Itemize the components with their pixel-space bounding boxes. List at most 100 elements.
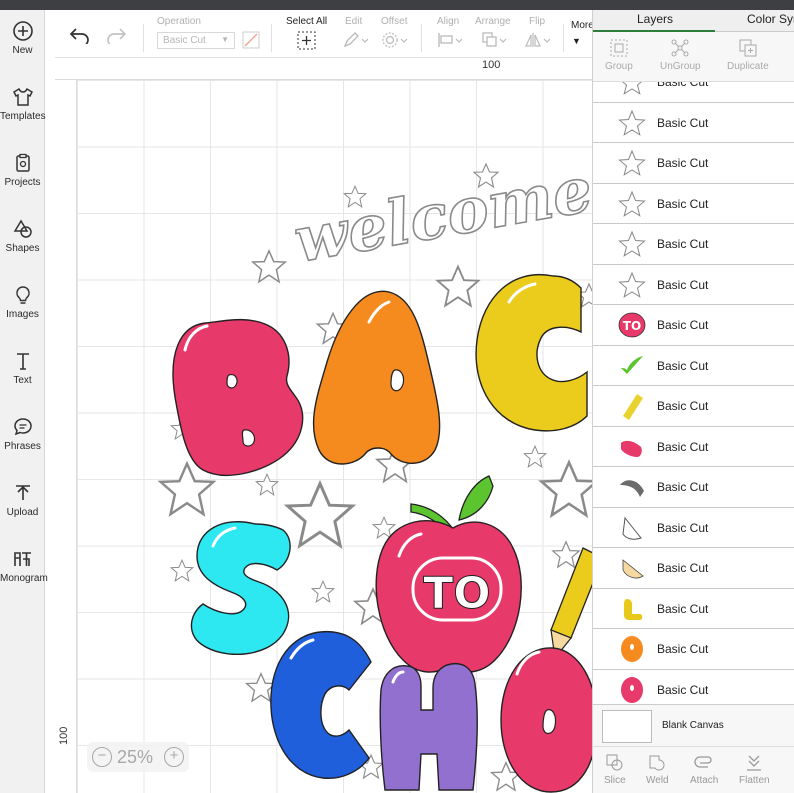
toolbar-divider [421, 24, 422, 52]
layer-name: Basic Cut [657, 115, 709, 130]
layer-row[interactable]: Basic Cut [593, 426, 794, 467]
nav-templates-label: Templates [0, 111, 46, 122]
nav-monogram-label: Monogram [0, 573, 48, 584]
undo-icon[interactable] [69, 26, 91, 44]
layers-list[interactable]: Basic Cut Basic Cut Basic Cut Basic Cut Basi… [593, 82, 794, 704]
offset-icon[interactable] [381, 31, 409, 49]
caret-down-icon[interactable]: ▼ [572, 36, 581, 46]
zoom-out-button[interactable]: − [92, 747, 112, 767]
blank-canvas-swatch[interactable] [602, 710, 652, 743]
letter-b-pink [172, 318, 304, 476]
layer-name: Basic Cut [657, 277, 709, 292]
select-all-icon[interactable] [297, 31, 316, 50]
flip-label: Flip [529, 16, 546, 27]
letter-s-cyan [190, 521, 291, 655]
layer-name: Basic Cut [657, 601, 709, 616]
layer-name: Basic Cut [657, 82, 709, 89]
layer-thumbnail-icon [618, 271, 646, 298]
layer-row[interactable]: Basic Cut [593, 548, 794, 589]
nav-phrases[interactable]: Phrases [0, 416, 45, 476]
nav-text-label: Text [13, 375, 32, 386]
zoom-in-button[interactable]: + [164, 747, 184, 767]
apple-to-text: TO [423, 568, 490, 619]
layer-row[interactable]: Basic Cut [593, 669, 794, 704]
design-canvas[interactable]: 100 100 welcome TO − 25% + [55, 58, 594, 793]
flatten-button[interactable]: Flatten [739, 753, 770, 786]
layer-row[interactable]: Basic Cut [593, 386, 794, 427]
ungroup-button[interactable]: UnGroup [660, 38, 701, 72]
weld-button[interactable]: Weld [646, 753, 669, 786]
duplicate-button[interactable]: Duplicate [727, 38, 769, 72]
group-button[interactable]: Group [605, 38, 633, 72]
operation-select[interactable]: Basic Cut ▼ [157, 32, 235, 49]
panel-tabs: Layers Color Sync [593, 10, 794, 32]
offset-label: Offset [381, 16, 408, 27]
layer-row[interactable]: Basic Cut [593, 264, 794, 305]
layer-name: Basic Cut [657, 318, 709, 332]
nav-templates[interactable]: Templates [0, 86, 46, 146]
nav-text[interactable]: Text [0, 350, 45, 410]
tab-layers[interactable]: Layers [637, 12, 673, 26]
nav-shapes[interactable]: Shapes [0, 218, 45, 278]
nav-new[interactable]: New [0, 20, 45, 80]
layer-row[interactable]: Basic Cut [593, 629, 794, 670]
slice-button[interactable]: Slice [604, 753, 626, 786]
layer-thumbnail-icon [621, 676, 643, 703]
attach-button[interactable]: Attach [690, 753, 718, 786]
duplicate-icon [739, 39, 757, 57]
flip-icon[interactable] [524, 31, 552, 49]
tab-color-sync[interactable]: Color Sync [747, 12, 794, 26]
svg-text:TO: TO [623, 319, 641, 333]
back-to-school-design[interactable]: welcome TO [77, 80, 594, 793]
shapes-icon [13, 219, 32, 238]
nav-images-label: Images [6, 309, 39, 320]
layer-row[interactable]: Basic Cut [593, 82, 794, 103]
layer-row[interactable]: Basic Cut [593, 143, 794, 184]
group-label: Group [605, 61, 633, 72]
layer-name: Basic Cut [657, 561, 709, 575]
layer-name: Basic Cut [657, 196, 709, 211]
layer-thumbnail-icon [622, 516, 642, 540]
zoom-level: 25% [117, 747, 154, 767]
layer-thumbnail-icon [618, 109, 646, 136]
flatten-label: Flatten [739, 775, 770, 786]
operation-label: Operation [157, 16, 201, 27]
text-icon [16, 353, 29, 370]
nav-phrases-label: Phrases [4, 441, 41, 452]
window-top-bar [0, 0, 794, 10]
blank-canvas-row[interactable]: Blank Canvas [593, 704, 794, 746]
letter-c-yellow [475, 274, 588, 432]
layer-thumbnail-icon [622, 559, 644, 579]
arrange-icon[interactable] [481, 31, 509, 49]
layer-thumbnail-icon [618, 149, 646, 176]
layer-row[interactable]: Basic Cut [593, 345, 794, 386]
ruler-left-label: 100 [58, 726, 70, 745]
layer-row[interactable]: Basic Cut [593, 224, 794, 265]
layers-panel: Layers Color Sync Group UnGroup Duplicat… [592, 10, 794, 793]
nav-projects-label: Projects [4, 177, 41, 188]
layer-row[interactable]: Basic Cut [593, 467, 794, 508]
nav-images[interactable]: Images [0, 284, 45, 344]
chevron-down-icon: ▼ [221, 35, 229, 44]
more-label[interactable]: More [571, 20, 594, 31]
color-swatch-icon[interactable] [242, 31, 260, 49]
redo-icon[interactable] [105, 26, 127, 44]
layer-row[interactable]: Basic Cut [593, 588, 794, 629]
align-icon[interactable] [437, 31, 465, 49]
layer-row[interactable]: TO Basic Cut [593, 305, 794, 346]
group-icon [610, 39, 628, 57]
layer-thumbnail-icon [621, 355, 643, 374]
layer-name: Basic Cut [657, 439, 709, 454]
layer-row[interactable]: Basic Cut [593, 102, 794, 143]
nav-monogram[interactable]: Monogram [0, 548, 48, 608]
weld-label: Weld [646, 775, 669, 786]
duplicate-label: Duplicate [727, 61, 769, 72]
ruler-left: 100 [55, 80, 77, 793]
layer-row[interactable]: Basic Cut [593, 183, 794, 224]
nav-projects[interactable]: Projects [0, 152, 45, 212]
pencil-icon[interactable] [342, 31, 368, 49]
layer-row[interactable]: Basic Cut [593, 507, 794, 548]
nav-upload[interactable]: Upload [0, 482, 45, 542]
clipboard-icon [15, 153, 30, 172]
ruler-top: 100 [55, 58, 594, 80]
